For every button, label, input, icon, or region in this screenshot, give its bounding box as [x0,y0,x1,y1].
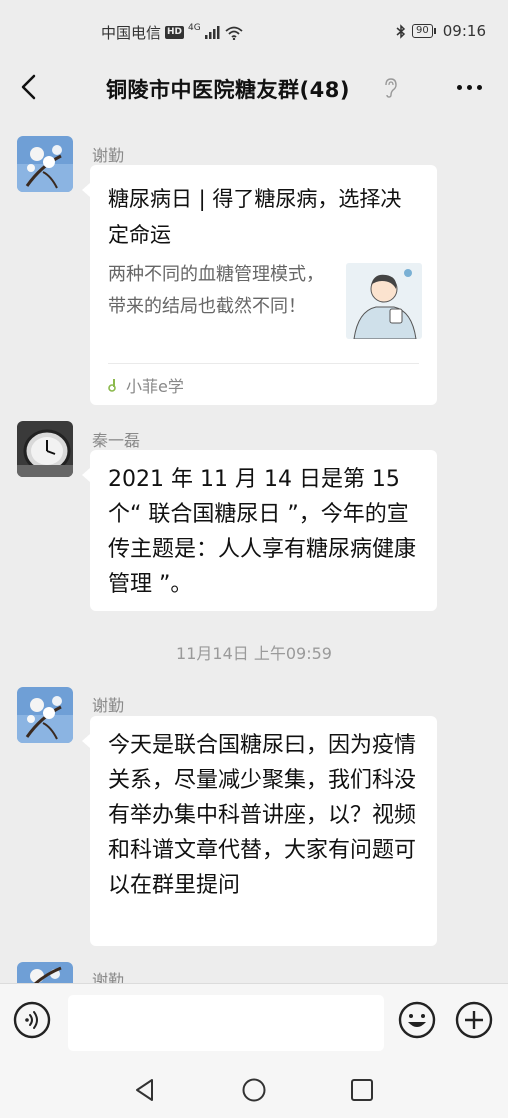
avatar-image [17,136,73,192]
wifi-icon [225,26,243,40]
clock: 09:16 [442,22,486,40]
status-bar: 中国电信 HD 4G 90 09:16 [0,0,508,62]
sender-name: 秦一磊 [92,431,141,450]
status-right: 90 09:16 [396,22,486,40]
more-dots-icon[interactable] [454,76,484,98]
square-recent-icon[interactable] [350,1078,374,1102]
message-text: 今天是联合国糖尿曰，因为疫情关系，尽量减少聚集，我们科没有举办集中科普讲座，以？… [108,733,417,898]
ear-icon [385,78,397,98]
sender-name: 谢勤 [92,696,125,715]
emoji-icon[interactable] [398,1001,436,1039]
article-card[interactable]: 糖尿病日 | 得了糖尿病，选择决定命运 两种不同的血糖管理模式，带来的结局也截然… [82,165,437,405]
chevron-left-icon[interactable] [14,72,44,102]
plus-icon[interactable] [455,1001,493,1039]
article-thumbnail [346,263,422,339]
timestamp: 11月14日 上午09:59 [176,644,332,663]
avatar-image [17,962,73,983]
battery-indicator: 90 [412,24,436,38]
network-label: 4G [188,22,201,33]
triangle-back-icon[interactable] [132,1077,158,1103]
sender-name: 谢勤 [92,146,125,165]
signal-icon [204,26,220,39]
message-input[interactable] [68,995,384,1051]
message-bubble[interactable]: 2021 年 11 月 14 日是第 15 个“ 联合国糖尿日 ”，今年的宣传主… [82,450,437,611]
avatar-qinyilei[interactable] [17,421,73,477]
article-title: 糖尿病日 | 得了糖尿病，选择决定命运 [108,187,402,247]
chat-title: 铜陵市中医院糖友群(48) [106,78,350,102]
card-divider [108,363,419,364]
article-description: 两种不同的血糖管理模式，带来的结局也截然不同！ [108,264,324,317]
avatar-xieqin[interactable] [17,136,73,192]
avatar-xieqin[interactable] [17,962,73,983]
avatar-image [17,687,73,743]
chat-header: 铜陵市中医院糖友群(48) [0,62,508,114]
article-source: 小菲e学 [108,373,184,397]
article-source-name: 小菲e学 [126,377,184,396]
carrier-label: 中国电信 [101,24,162,42]
message-bubble[interactable]: 今天是联合国糖尿曰，因为疫情关系，尽量减少聚集，我们科没有举办集中科普讲座，以？… [82,716,437,946]
avatar-image [17,421,73,477]
circle-home-icon[interactable] [241,1077,267,1103]
input-bar [0,983,508,1063]
message-text: 2021 年 11 月 14 日是第 15 个“ 联合国糖尿日 ”，今年的宣传主… [108,467,417,597]
avatar-xieqin[interactable] [17,687,73,743]
miniprogram-icon [108,379,116,392]
bluetooth-icon [396,23,406,39]
system-nav-bar [0,1063,508,1118]
status-left: 中国电信 HD 4G [101,22,243,43]
hd-badge: HD [165,26,185,39]
voice-icon[interactable] [13,1001,51,1039]
